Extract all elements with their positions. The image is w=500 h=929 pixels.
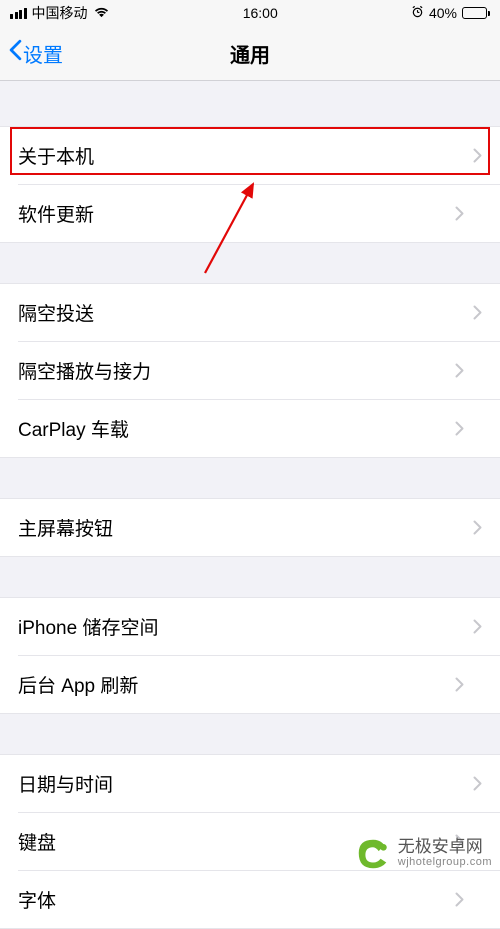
- status-time: 16:00: [243, 5, 278, 21]
- chevron-right-icon: [455, 834, 464, 849]
- row-home-button[interactable]: 主屏幕按钮: [0, 499, 500, 556]
- row-label: CarPlay 车载: [18, 415, 129, 442]
- chevron-right-icon: [455, 421, 464, 436]
- status-left: 中国移动: [10, 3, 110, 23]
- row-label: 关于本机: [18, 142, 94, 169]
- settings-group-4: iPhone 储存空间 后台 App 刷新: [0, 597, 500, 714]
- row-label: 字体: [18, 886, 56, 913]
- signal-icon: [10, 8, 27, 19]
- row-label: 键盘: [18, 828, 56, 855]
- settings-group-5: 日期与时间 键盘 字体: [0, 754, 500, 929]
- row-date-time[interactable]: 日期与时间: [0, 755, 500, 812]
- chevron-right-icon: [473, 520, 482, 535]
- chevron-right-icon: [455, 206, 464, 221]
- chevron-right-icon: [473, 305, 482, 320]
- battery-percentage: 40%: [429, 5, 457, 21]
- wifi-icon: [93, 5, 110, 22]
- chevron-right-icon: [455, 677, 464, 692]
- row-label: 后台 App 刷新: [18, 671, 138, 698]
- row-airdrop[interactable]: 隔空投送: [0, 284, 500, 341]
- row-label: 隔空投送: [18, 299, 94, 326]
- back-label: 设置: [23, 39, 63, 68]
- row-label: 日期与时间: [18, 770, 113, 797]
- row-background-refresh[interactable]: 后台 App 刷新: [18, 655, 500, 713]
- nav-bar: 设置 通用: [0, 26, 500, 81]
- row-fonts[interactable]: 字体: [18, 870, 500, 928]
- row-label: 软件更新: [18, 200, 94, 227]
- row-airplay-handoff[interactable]: 隔空播放与接力: [18, 341, 500, 399]
- settings-group-3: 主屏幕按钮: [0, 498, 500, 557]
- back-button[interactable]: 设置: [0, 39, 63, 68]
- settings-group-1: 关于本机 软件更新: [0, 126, 500, 243]
- row-carplay[interactable]: CarPlay 车载: [18, 399, 500, 457]
- row-label: 主屏幕按钮: [18, 514, 113, 541]
- row-label: iPhone 储存空间: [18, 613, 158, 640]
- chevron-left-icon: [8, 39, 23, 67]
- chevron-right-icon: [455, 892, 464, 907]
- row-software-update[interactable]: 软件更新: [18, 184, 500, 242]
- chevron-right-icon: [473, 619, 482, 634]
- status-right: 40%: [411, 5, 490, 21]
- row-iphone-storage[interactable]: iPhone 储存空间: [0, 598, 500, 655]
- carrier-label: 中国移动: [32, 3, 88, 23]
- row-about[interactable]: 关于本机: [0, 127, 500, 184]
- settings-group-2: 隔空投送 隔空播放与接力 CarPlay 车载: [0, 283, 500, 458]
- page-title: 通用: [230, 39, 270, 68]
- chevron-right-icon: [473, 776, 482, 791]
- row-keyboard[interactable]: 键盘: [18, 812, 500, 870]
- battery-icon: [462, 7, 490, 19]
- status-bar: 中国移动 16:00 40%: [0, 0, 500, 26]
- content: 关于本机 软件更新 隔空投送 隔空播放与接力 CarPla: [0, 81, 500, 929]
- chevron-right-icon: [455, 363, 464, 378]
- row-label: 隔空播放与接力: [18, 357, 151, 384]
- alarm-icon: [411, 5, 424, 21]
- chevron-right-icon: [473, 148, 482, 163]
